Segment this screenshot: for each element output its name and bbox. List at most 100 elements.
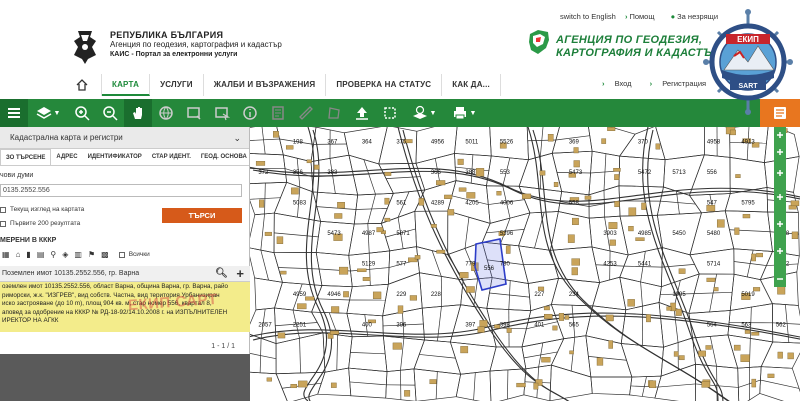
parcel-label: 780 [500, 262, 511, 268]
home-button[interactable] [62, 74, 102, 96]
zoom-in-button[interactable] [68, 99, 96, 127]
polygon-icon [328, 107, 340, 119]
panel-title[interactable]: Кадастрална карта и регистри ⌄ [0, 127, 249, 149]
building [573, 160, 580, 168]
parcel-boundary [709, 336, 717, 367]
globe-button[interactable] [152, 99, 180, 127]
tab-quick-search[interactable]: ЗО ТЪРСЕНЕ [0, 149, 52, 165]
building [457, 158, 464, 165]
login-link[interactable]: › Вход [602, 79, 640, 88]
parcel[interactable] [382, 335, 425, 372]
menu-button[interactable] [0, 99, 28, 127]
ruler-icon [299, 106, 313, 120]
first-results-checkbox[interactable]: Първите 200 резултата [0, 220, 80, 227]
tab-geodetic-base[interactable]: ГЕОД. ОСНОВА [196, 149, 252, 165]
building [733, 344, 741, 351]
building [330, 330, 340, 335]
building-filter-icon[interactable]: ▮ [26, 250, 30, 259]
tab-address[interactable]: АДРЕС [51, 149, 82, 165]
layers-filter-icon[interactable]: ◈ [62, 250, 68, 259]
select-button[interactable] [208, 99, 236, 127]
parcel[interactable] [654, 363, 696, 401]
parcel[interactable] [759, 366, 800, 401]
parcel[interactable] [585, 305, 627, 344]
building [628, 226, 634, 232]
switch-english-link[interactable]: switch to English [560, 12, 616, 21]
map-side-controls[interactable] [774, 127, 786, 287]
pin-filter-icon[interactable]: ⚲ [50, 250, 56, 259]
layers-button[interactable]: ▼ [28, 99, 68, 127]
current-view-checkbox[interactable]: Текущ изглед на картата [0, 206, 84, 213]
pan-button[interactable] [124, 99, 152, 127]
measure-area-button[interactable] [264, 99, 292, 127]
info-button[interactable] [236, 99, 264, 127]
ruler-button[interactable] [292, 99, 320, 127]
parcel-label: 375 [396, 140, 407, 146]
building [460, 346, 469, 354]
network-filter-icon[interactable]: ▥ [74, 250, 82, 259]
parcel-label: 4289 [431, 201, 445, 207]
parcel-filter-icon[interactable]: ▦ [2, 250, 10, 259]
apartment-filter-icon[interactable]: ▤ [37, 250, 45, 259]
nav-services[interactable]: УСЛУГИ [150, 74, 204, 96]
building [447, 209, 455, 216]
keywords-input[interactable]: 0135.2552.556 [0, 184, 242, 197]
upload-button[interactable] [348, 99, 376, 127]
crop-button[interactable] [376, 99, 404, 127]
add-icon[interactable]: + [236, 266, 244, 282]
all-checkbox[interactable]: Всички [118, 251, 156, 258]
parcel[interactable] [273, 212, 321, 254]
map-canvas[interactable]: 198 367 364 375 4956 5011 5526 369 370 4958 4913 37… [248, 127, 800, 401]
building [547, 134, 554, 142]
help-label: Помощ [629, 12, 655, 21]
parcel-label: 5450 [672, 231, 686, 237]
parcel[interactable] [590, 376, 633, 396]
parcel[interactable] [655, 127, 705, 161]
building [646, 314, 651, 323]
print-button[interactable]: ▼ [444, 99, 484, 127]
nav-how-to[interactable]: КАК ДА... [442, 74, 501, 96]
parcel-label: 5871 [396, 231, 410, 237]
nav-complaints[interactable]: ЖАЛБИ И ВЪЗРАЖЕНИЯ [204, 74, 327, 96]
parcel-label: 388 [465, 170, 476, 176]
building [569, 350, 574, 355]
parcel[interactable] [449, 341, 497, 375]
arrow-icon: › [649, 79, 655, 88]
flag-filter-icon[interactable]: ⚑ [88, 250, 95, 259]
zoom-out-icon [103, 106, 118, 121]
parcel[interactable] [413, 339, 462, 375]
print-icon [453, 107, 466, 120]
hand-icon [133, 107, 142, 119]
home-filter-icon[interactable]: ⌂ [16, 250, 21, 259]
cadastral-map[interactable]: 198 367 364 375 4956 5011 5526 369 370 4958 4913 37… [248, 127, 800, 401]
building [751, 378, 757, 388]
box-select-button[interactable] [180, 99, 208, 127]
parcel[interactable] [248, 371, 288, 401]
nav-status-check[interactable]: ПРОВЕРКА НА СТАТУС [326, 74, 443, 96]
building [475, 168, 485, 177]
parcel[interactable] [518, 211, 559, 251]
nav-map[interactable]: КАРТА [102, 74, 151, 96]
parcel[interactable] [378, 162, 426, 194]
layer-info-button[interactable]: ▼ [404, 99, 444, 127]
polygon-button[interactable] [320, 99, 348, 127]
results-header[interactable]: Поземлен имот 10135.2552.556, гр. Варна … [0, 266, 250, 282]
help-link[interactable]: › Помощ [625, 12, 662, 21]
zoom-out-button[interactable] [96, 99, 124, 127]
tab-identifier[interactable]: ИДЕНТИФИКАТОР [83, 149, 147, 165]
parcel[interactable] [620, 343, 664, 378]
building [734, 227, 740, 235]
bulgaria-map-logo-icon [529, 30, 549, 54]
parcel[interactable] [248, 333, 277, 375]
building [436, 180, 446, 186]
building [414, 255, 421, 260]
parcel-boundary [260, 249, 269, 281]
search-icon[interactable]: 🔍︎ [215, 266, 228, 282]
parcel[interactable] [549, 211, 593, 251]
grid-filter-icon[interactable]: ▩ [101, 250, 109, 259]
building [713, 287, 719, 292]
parcel[interactable] [254, 277, 283, 311]
keywords-label: чови думи [0, 172, 34, 179]
search-button[interactable]: ТЪРСИ [162, 208, 242, 223]
tab-old-identifier[interactable]: СТАР ИДЕНТ. [147, 149, 196, 165]
